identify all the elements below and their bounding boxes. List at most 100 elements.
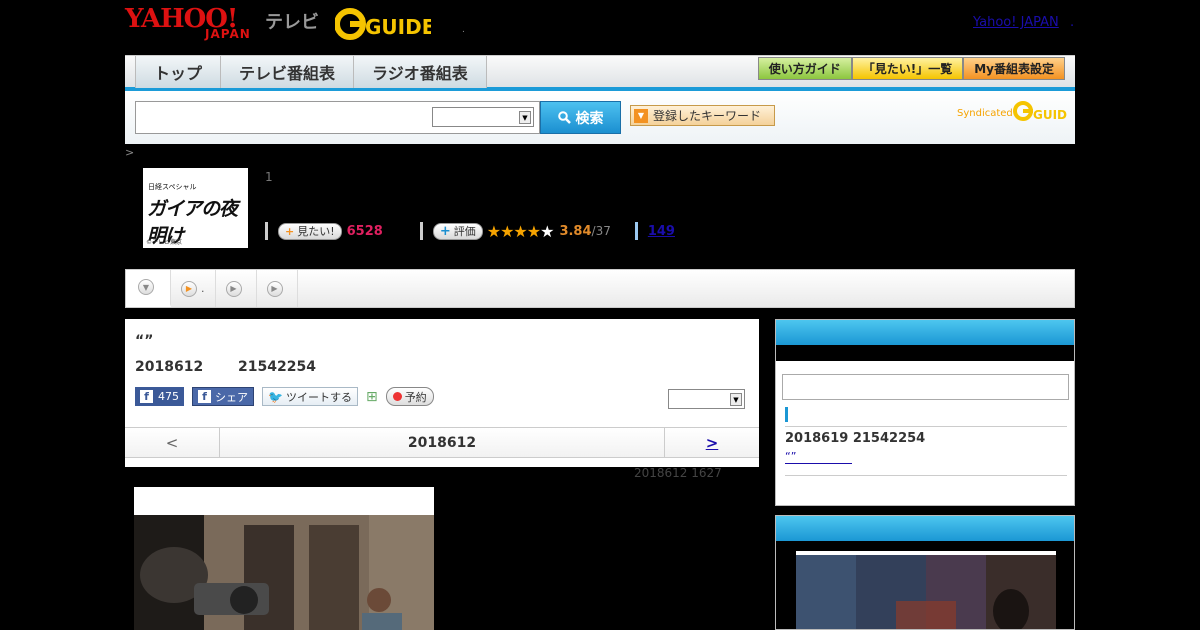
program-thumbnail[interactable]: 日経スペシャル ガイアの夜明け ©テレビ東京 xyxy=(143,168,248,248)
divider xyxy=(419,222,423,240)
divider xyxy=(265,222,268,240)
program-number: 1 xyxy=(265,170,273,184)
panel-input[interactable] xyxy=(782,374,1069,400)
yahoo-japan-logo: JAPAN xyxy=(205,27,251,41)
registered-keywords-button[interactable]: ▼ 登録したキーワード xyxy=(630,105,775,126)
syndicated-label: Syndicated xyxy=(957,108,1013,119)
section-marker xyxy=(785,407,788,422)
usage-guide-button[interactable]: 使い方ガイド xyxy=(757,57,852,80)
triangle-down-icon: ▼ xyxy=(634,108,648,123)
program-stats: + 見たい! 6528 + 評価 ★★★★★ 3.84 /37 149 xyxy=(265,220,675,242)
search-button[interactable]: 検索 xyxy=(540,101,621,134)
gguide-logo[interactable]: GUIDE xyxy=(335,8,431,40)
reserve-label: 予約 xyxy=(404,390,427,404)
registered-keywords-label: 登録したキーワード xyxy=(653,109,762,123)
facebook-share-label: シェア xyxy=(215,390,248,404)
tab-second-label: . xyxy=(201,282,205,295)
want-to-watch-button[interactable]: + 見たい! xyxy=(278,222,342,240)
svg-text:GUIDE: GUIDE xyxy=(365,15,431,39)
facebook-like-button[interactable]: f 475 xyxy=(135,387,184,406)
star-icon: ★ xyxy=(513,221,527,241)
promo-image[interactable] xyxy=(796,551,1056,630)
panel-subheader xyxy=(776,345,1074,361)
plus-icon: + xyxy=(285,224,295,238)
search-category-select[interactable]: ▼ xyxy=(432,107,534,127)
divider xyxy=(634,222,638,240)
rating-value: 3.84 xyxy=(559,223,592,239)
watchlist-button[interactable]: 「見たい!」一覧 xyxy=(851,57,964,80)
search-icon xyxy=(557,111,571,124)
star-icon: ★ xyxy=(526,221,541,241)
breadcrumb[interactable]: > xyxy=(125,146,134,159)
tab-fourth[interactable]: ▶ xyxy=(257,270,298,307)
rating-stars: ★★★★★ xyxy=(486,221,555,241)
episode-image xyxy=(134,515,434,630)
previous-episode-button[interactable]: < xyxy=(125,428,220,457)
rate-label: 評価 xyxy=(453,225,476,238)
episode-select[interactable]: ▼ xyxy=(668,389,745,409)
promo-panel xyxy=(775,515,1075,630)
facebook-icon: f xyxy=(140,390,153,403)
next-broadcast-datetime: 2018619 21542254 xyxy=(785,431,926,446)
search-bar: ▼ 検索 ▼ 登録したキーワード Syndicated GUIDE xyxy=(125,91,1075,144)
episode-time: 21542254 xyxy=(238,359,316,375)
chevron-down-icon: ▼ xyxy=(138,279,154,295)
star-icon: ★ xyxy=(486,221,501,241)
share-bar: f 475 f シェア 🐦 ツイートする ⊞ 予約 xyxy=(135,387,434,406)
add-bookmark-icon[interactable]: ⊞ xyxy=(366,389,378,405)
episode-title: “” xyxy=(135,333,154,349)
gguide-small-logo: GUIDE xyxy=(1013,101,1067,122)
tab-third[interactable]: ▶ xyxy=(216,270,257,307)
chevron-down-icon: ▼ xyxy=(730,393,742,406)
tab-second[interactable]: ▶ . xyxy=(171,270,216,307)
page: YAHOO! JAPAN テレビ GUIDE . Yahoo! JAPAN . … xyxy=(125,0,1075,630)
chevron-down-icon: ▼ xyxy=(519,111,531,124)
panel-header xyxy=(776,320,1074,345)
facebook-icon: f xyxy=(198,390,211,403)
my-schedule-settings-button[interactable]: My番組表設定 xyxy=(963,57,1065,80)
divider xyxy=(785,426,1067,427)
tv-logo[interactable]: テレビ xyxy=(265,8,319,34)
rating-count: /37 xyxy=(591,224,611,238)
main-nav: トップ テレビ番組表 ラジオ番組表 使い方ガイド 「見たい!」一覧 My番組表設… xyxy=(125,55,1075,91)
site-header: YAHOO! JAPAN テレビ GUIDE . Yahoo! JAPAN . xyxy=(125,0,1075,55)
episode-date: 2018612 xyxy=(135,359,204,375)
next-broadcast-link[interactable]: “” xyxy=(785,450,852,464)
pager-current-date: 2018612 xyxy=(407,434,477,451)
star-icon: ★ xyxy=(540,221,554,241)
twitter-bird-icon: 🐦 xyxy=(268,389,283,404)
tab-overview[interactable]: ▼ xyxy=(126,270,171,307)
episode-pager: < 2018612 > xyxy=(125,427,759,458)
play-icon: ▶ xyxy=(225,280,242,297)
want-to-watch-count: 6528 xyxy=(346,223,383,239)
tweet-button[interactable]: 🐦 ツイートする xyxy=(262,387,358,406)
thumbnail-series-label: 日経スペシャル xyxy=(148,183,197,191)
yahoo-japan-link[interactable]: Yahoo! JAPAN xyxy=(973,15,1059,30)
nav-tab-top[interactable]: トップ xyxy=(135,56,222,88)
reserve-button[interactable]: 予約 xyxy=(385,387,434,406)
comment-count-link[interactable]: 149 xyxy=(648,224,675,239)
header-dot: . xyxy=(462,25,465,35)
want-to-watch-label: 見たい! xyxy=(297,225,335,238)
tweet-label: ツイートする xyxy=(285,390,352,404)
episode-panel: “” 2018612 21542254 f 475 f シェア 🐦 ツイートする… xyxy=(125,319,759,467)
divider xyxy=(785,475,1067,476)
episode-photo[interactable] xyxy=(134,487,434,630)
yahoo-japan-dot: . xyxy=(1070,15,1075,30)
thumbnail-credit: ©テレビ東京 xyxy=(146,239,183,246)
updated-timestamp: 2018612 1627 xyxy=(634,466,722,480)
facebook-like-count: 475 xyxy=(158,390,179,403)
star-icon: ★ xyxy=(500,221,514,241)
next-broadcast-panel: 2018619 21542254 “” xyxy=(775,319,1075,506)
nav-buttons: 使い方ガイド 「見たい!」一覧 My番組表設定 xyxy=(757,57,1065,80)
rate-button[interactable]: + 評価 xyxy=(432,222,483,240)
record-dot-icon xyxy=(392,392,402,401)
nav-tab-tv-schedule[interactable]: テレビ番組表 xyxy=(221,56,355,88)
svg-text:GUIDE: GUIDE xyxy=(1033,108,1067,122)
next-episode-button[interactable]: > xyxy=(664,428,759,457)
panel-header xyxy=(776,516,1074,541)
facebook-share-button[interactable]: f シェア xyxy=(192,387,254,406)
search-button-label: 検索 xyxy=(575,110,604,127)
nav-tab-radio-schedule[interactable]: ラジオ番組表 xyxy=(354,56,487,88)
program-tabs: ▼ ▶ . ▶ ▶ xyxy=(125,269,1075,308)
